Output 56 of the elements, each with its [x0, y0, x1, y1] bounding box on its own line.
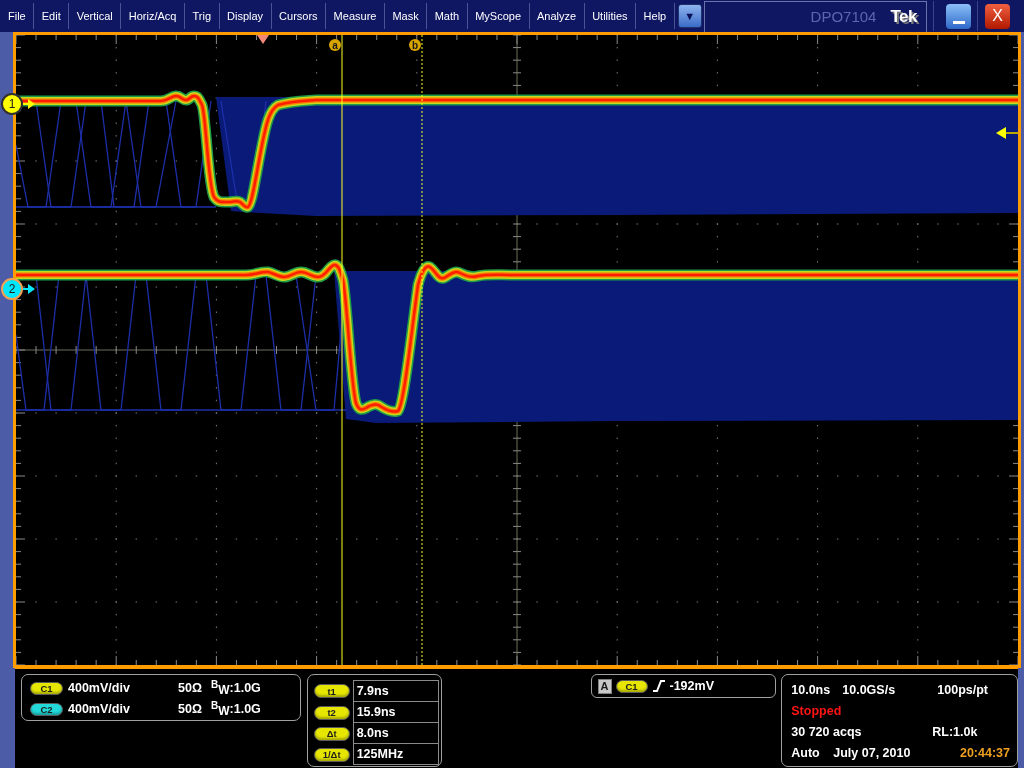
channel-button[interactable]: C1 [30, 681, 63, 695]
cursor-value: 8.0ns [352, 723, 439, 744]
trigger-level: -192mV [669, 679, 714, 693]
cursor-readout-button[interactable]: 1/Δt [313, 747, 350, 762]
cursor-readout-button[interactable]: t1 [313, 684, 350, 698]
vertical-scale: 400mV/div [68, 681, 131, 695]
channel-marker[interactable]: 2 [1, 278, 23, 300]
sample-rate: 10.0GS/s [842, 682, 897, 697]
cursor-label: a [329, 39, 341, 51]
cursor-value: 7.9ns [352, 680, 439, 702]
trigger-sequence-label: A [597, 678, 612, 694]
minimize-button[interactable] [946, 3, 971, 29]
sample-resolution: 100ps/pt [937, 682, 988, 697]
menu-item[interactable]: Vertical [69, 3, 122, 29]
model-name: DPO7104 [810, 8, 877, 25]
cursor-label: b [409, 39, 421, 51]
cursor-value: 15.9ns [352, 702, 439, 723]
menu-item[interactable]: Cursors [271, 3, 327, 29]
menu-item[interactable]: Display [219, 3, 272, 29]
menu-item[interactable]: Utilities [584, 3, 637, 29]
acquisition-status: Stopped [791, 703, 842, 718]
minimize-icon [952, 20, 965, 24]
menu-item[interactable]: Edit [34, 3, 70, 29]
menu-overflow-button[interactable]: ▼ [677, 4, 702, 28]
menu-item[interactable]: Trig [184, 3, 220, 29]
termination: 50Ω [178, 702, 203, 716]
channel-button[interactable]: C2 [30, 702, 63, 716]
trigger-source-button[interactable]: C1 [615, 679, 648, 693]
cursor-value: 125MHz [352, 744, 439, 765]
menu-item[interactable]: Measure [326, 3, 385, 29]
menu-item[interactable]: Mask [384, 3, 428, 29]
acquisition-count: 30 720 acqs [791, 724, 863, 739]
trigger-position-icon[interactable] [257, 35, 269, 44]
clock-time: 20:44:37 [959, 745, 1010, 760]
record-length: RL:1.0k [932, 724, 978, 739]
close-button[interactable]: X [985, 3, 1010, 29]
horizontal-scale: 10.0ns [791, 682, 832, 697]
logo: Tek [890, 6, 917, 27]
pointer-arrow-icon [23, 99, 35, 109]
trigger-level-icon[interactable] [996, 127, 1018, 139]
menu-item[interactable]: File [0, 3, 35, 29]
menu-item[interactable]: Horiz/Acq [121, 3, 185, 29]
cursor-readout-button[interactable]: Δt [313, 726, 350, 741]
cursor-readout-button[interactable]: t2 [313, 705, 350, 720]
vertical-scale: 400mV/div [68, 702, 131, 716]
termination: 50Ω [178, 681, 203, 695]
channel-marker[interactable]: 1 [1, 93, 23, 115]
menu-item[interactable]: Analyze [529, 3, 585, 29]
menu-item[interactable]: Help [636, 3, 675, 29]
menu-item[interactable]: MyScope [467, 3, 530, 29]
date-text: July 07, 2010 [833, 745, 912, 760]
cursor-line[interactable] [421, 35, 423, 665]
menu-item[interactable]: Math [427, 3, 468, 29]
trigger-mode: Auto [791, 745, 821, 760]
pointer-arrow-icon [23, 284, 35, 294]
rising-edge-icon [651, 679, 666, 693]
